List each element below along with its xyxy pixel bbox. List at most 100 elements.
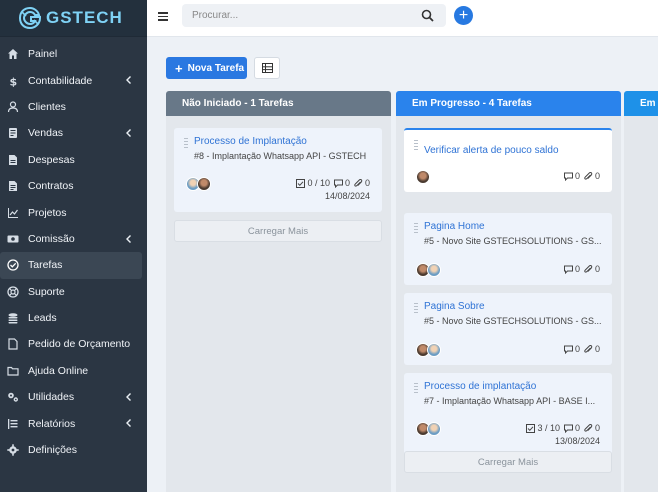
avatar[interactable] bbox=[197, 177, 211, 191]
sidebar-item-contratos[interactable]: Contratos bbox=[0, 173, 142, 199]
avatar[interactable] bbox=[427, 263, 441, 277]
sidebar-item-pedido-de-orcamento[interactable]: Pedido de Orçamento bbox=[0, 331, 142, 357]
sidebar-item-tarefas[interactable]: Tarefas bbox=[0, 252, 142, 279]
load-more-button[interactable]: Carregar Mais bbox=[404, 451, 612, 473]
task-date: 13/08/2024 bbox=[554, 436, 600, 446]
task-title[interactable]: Pagina Home bbox=[424, 221, 485, 232]
task-card[interactable]: Pagina Home #5 - Novo Site GSTECHSOLUTIO… bbox=[404, 213, 612, 285]
contract-icon bbox=[6, 179, 20, 193]
quick-add-button[interactable]: + bbox=[454, 6, 473, 25]
paperclip-icon bbox=[584, 344, 593, 353]
comment-count: 0 bbox=[574, 264, 580, 274]
assignee-avatars bbox=[416, 422, 441, 436]
task-meta: 3 / 10 0 0 bbox=[522, 423, 600, 433]
comment-count: 0 bbox=[574, 423, 580, 433]
assignee-avatars bbox=[416, 343, 441, 357]
comment-icon bbox=[563, 345, 573, 354]
task-project: #5 - Novo Site GSTECHSOLUTIONS - GS... bbox=[424, 236, 602, 246]
column-header: Não Iniciado - 1 Tarefas bbox=[166, 91, 391, 116]
sidebar-item-contabilidade[interactable]: $ Contabilidade bbox=[0, 67, 142, 93]
comment-count: 0 bbox=[574, 344, 580, 354]
sidebar-item-clientes[interactable]: Clientes bbox=[0, 94, 142, 120]
column-header: Em Progresso - 4 Tarefas bbox=[396, 91, 621, 116]
sidebar-item-utilidades[interactable]: Utilidades bbox=[0, 384, 142, 410]
chart-icon bbox=[6, 206, 20, 220]
attachment-count: 0 bbox=[594, 344, 600, 354]
paperclip-icon bbox=[584, 264, 593, 273]
drag-handle-icon[interactable] bbox=[184, 138, 188, 148]
attachment-count: 0 bbox=[594, 171, 600, 181]
task-card[interactable]: Verificar alerta de pouco saldo 0 0 bbox=[404, 128, 612, 192]
paperclip-icon bbox=[584, 171, 593, 180]
load-more-button[interactable]: Carregar Mais bbox=[174, 220, 382, 242]
sidebar-item-relatorios[interactable]: Relatórios bbox=[0, 410, 142, 436]
task-title[interactable]: Verificar alerta de pouco saldo bbox=[424, 145, 559, 156]
kanban-column-em-progresso: Em Progresso - 4 Tarefas Verificar alert… bbox=[396, 91, 621, 492]
attachment-count: 0 bbox=[594, 423, 600, 433]
sidebar-item-label: Definições bbox=[28, 444, 78, 457]
drag-handle-icon[interactable] bbox=[414, 383, 418, 393]
chevron-left-icon bbox=[124, 234, 132, 244]
attachment-count: 0 bbox=[364, 178, 370, 188]
task-title[interactable]: Pagina Sobre bbox=[424, 301, 485, 312]
sidebar-item-suporte[interactable]: Suporte bbox=[0, 279, 142, 305]
avatar[interactable] bbox=[416, 170, 430, 184]
document-icon bbox=[6, 153, 20, 167]
file-icon bbox=[6, 337, 20, 351]
sidebar-item-definicoes[interactable]: Definições bbox=[0, 437, 142, 463]
task-card[interactable]: Processo de implantação #7 - Implantação… bbox=[404, 373, 612, 457]
check-circle-icon bbox=[6, 258, 20, 272]
checklist-icon bbox=[296, 178, 306, 188]
avatar[interactable] bbox=[427, 343, 441, 357]
brand[interactable]: GSTECH bbox=[0, 0, 147, 37]
task-title[interactable]: Processo de Implantação bbox=[194, 136, 307, 147]
cogs-icon bbox=[6, 390, 20, 404]
sidebar-item-vendas[interactable]: Vendas bbox=[0, 120, 142, 146]
lifebuoy-icon bbox=[6, 285, 20, 299]
sidebar-item-leads[interactable]: Leads bbox=[0, 305, 142, 331]
sidebar: GSTECH Painel $ Contabilidade Clientes V… bbox=[0, 0, 147, 492]
drag-handle-icon[interactable] bbox=[414, 140, 418, 150]
paperclip-icon bbox=[354, 178, 363, 187]
search-box bbox=[182, 4, 446, 27]
task-meta: 0 0 bbox=[560, 171, 600, 181]
checklist-count: 0 / 10 bbox=[307, 178, 330, 188]
comment-icon bbox=[563, 265, 573, 274]
search-input[interactable] bbox=[182, 4, 412, 27]
drag-handle-icon[interactable] bbox=[414, 303, 418, 313]
sidebar-item-label: Relatórios bbox=[28, 417, 76, 430]
sidebar-item-ajuda-online[interactable]: Ajuda Online bbox=[0, 358, 142, 384]
top-header: + bbox=[147, 0, 658, 37]
home-icon bbox=[6, 47, 20, 61]
sidebar-item-comissao[interactable]: Comissão bbox=[0, 226, 142, 252]
receipt-icon bbox=[6, 126, 20, 140]
list-view-button[interactable] bbox=[254, 57, 280, 79]
task-card[interactable]: Pagina Sobre #5 - Novo Site GSTECHSOLUTI… bbox=[404, 293, 612, 365]
sidebar-item-painel[interactable]: Painel bbox=[0, 41, 142, 67]
comment-icon bbox=[563, 172, 573, 181]
task-project: #5 - Novo Site GSTECHSOLUTIONS - GS... bbox=[424, 316, 602, 326]
sidebar-item-label: Comissão bbox=[28, 232, 75, 245]
search-icon[interactable] bbox=[421, 9, 434, 22]
sidebar-item-label: Projetos bbox=[28, 206, 67, 219]
kanban-column-partial: Em T bbox=[624, 91, 658, 492]
assignee-avatars bbox=[186, 177, 211, 191]
avatar[interactable] bbox=[427, 422, 441, 436]
comment-count: 0 bbox=[574, 171, 580, 181]
list-icon bbox=[6, 417, 20, 431]
sidebar-item-despesas[interactable]: Despesas bbox=[0, 147, 142, 173]
assignee-avatars bbox=[416, 170, 430, 184]
sidebar-item-label: Painel bbox=[28, 48, 58, 61]
hamburger-menu-icon[interactable] bbox=[158, 12, 168, 22]
sidebar-item-label: Clientes bbox=[28, 100, 66, 113]
task-card[interactable]: Processo de Implantação #8 - Implantação… bbox=[174, 128, 382, 212]
sidebar-item-label: Contabilidade bbox=[28, 74, 93, 87]
task-title[interactable]: Processo de implantação bbox=[424, 381, 536, 392]
new-task-button[interactable]: + Nova Tarefa bbox=[166, 57, 247, 79]
drag-handle-icon[interactable] bbox=[414, 223, 418, 233]
sidebar-nav: Painel $ Contabilidade Clientes Vendas D… bbox=[0, 37, 147, 463]
gstech-logo-icon bbox=[18, 6, 41, 30]
new-task-label: Nova Tarefa bbox=[187, 62, 245, 74]
sidebar-item-projetos[interactable]: Projetos bbox=[0, 199, 142, 225]
money-icon bbox=[6, 232, 20, 246]
